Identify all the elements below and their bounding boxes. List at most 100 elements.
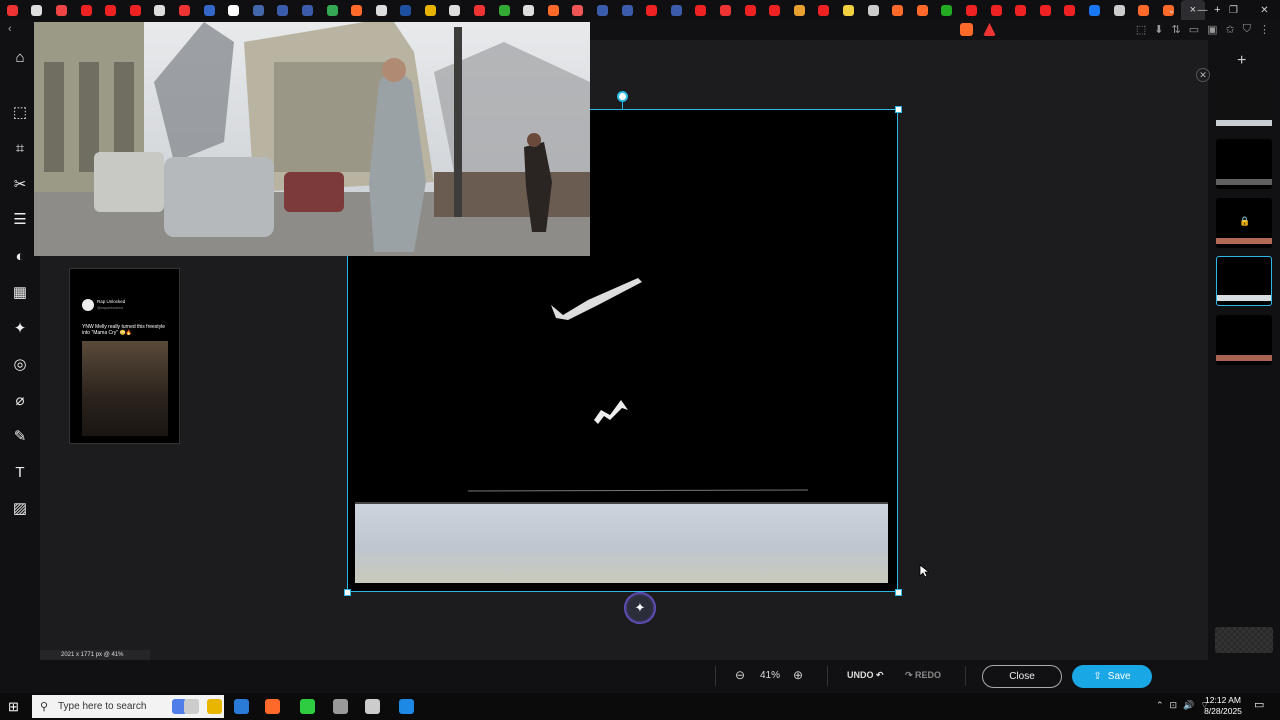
crop-tool-icon[interactable]: ⌗ <box>9 137 31 159</box>
browser-tab[interactable] <box>1058 0 1083 20</box>
browser-tab[interactable] <box>812 0 837 20</box>
layer-thumb-2[interactable] <box>1216 139 1272 189</box>
browser-tab[interactable] <box>836 0 861 20</box>
background-layer-thumb[interactable] <box>1215 627 1273 653</box>
filter-tool-icon[interactable]: ◐ <box>9 245 31 267</box>
tab-search-icon[interactable]: ⌄ <box>1156 5 1187 16</box>
browser-tab[interactable] <box>74 0 99 20</box>
browser-tab[interactable] <box>1033 0 1058 20</box>
taskbar-app-icon[interactable] <box>234 699 249 714</box>
browser-tab[interactable] <box>787 0 812 20</box>
browser-tab[interactable] <box>394 0 419 20</box>
zoom-in-icon[interactable]: ⊕ <box>793 668 803 682</box>
toolbar-icon-1[interactable]: ⬇ <box>1154 23 1163 36</box>
windows-start-icon[interactable]: ⊞ <box>8 699 19 715</box>
browser-tab[interactable] <box>762 0 787 20</box>
restore-button[interactable]: ❐ <box>1218 5 1249 16</box>
browser-tab[interactable] <box>910 0 935 20</box>
browser-tab[interactable] <box>959 0 984 20</box>
browser-tab[interactable] <box>369 0 394 20</box>
volume-icon[interactable]: 🔊 <box>1183 700 1194 711</box>
browser-tab[interactable] <box>566 0 591 20</box>
add-layer-icon[interactable]: + <box>1237 52 1246 70</box>
browser-tab[interactable] <box>689 0 714 20</box>
browser-tab[interactable] <box>443 0 468 20</box>
toolbar-icon-7[interactable]: ⋮ <box>1259 23 1270 36</box>
minimize-button[interactable]: — <box>1187 5 1218 16</box>
effects-tool-icon[interactable]: ▦ <box>9 281 31 303</box>
adjust-tool-icon[interactable]: ☰ <box>9 208 31 230</box>
browser-tab[interactable] <box>246 0 271 20</box>
toolbar-icon-3[interactable]: ▭ <box>1189 23 1199 36</box>
bandage-tool-icon[interactable]: ⌀ <box>9 389 31 411</box>
browser-tab[interactable] <box>1082 0 1107 20</box>
pattern-tool-icon[interactable]: ▨ <box>9 497 31 519</box>
browser-tab[interactable] <box>148 0 173 20</box>
close-window-button[interactable]: ✕ <box>1249 5 1280 16</box>
browser-tab[interactable] <box>664 0 689 20</box>
brave-shield-icon[interactable] <box>960 23 973 36</box>
layer-thumb-4-selected[interactable] <box>1216 256 1272 306</box>
taskbar-clock[interactable]: 12:12 AM 8/28/2025 <box>1199 695 1247 717</box>
taskbar-app-icon[interactable] <box>265 699 280 714</box>
resize-handle-bottom-left[interactable] <box>344 589 351 596</box>
browser-tab[interactable] <box>320 0 345 20</box>
browser-tab[interactable] <box>98 0 123 20</box>
browser-tab[interactable] <box>49 0 74 20</box>
browser-tab[interactable] <box>615 0 640 20</box>
taskbar-app-icon[interactable] <box>333 699 348 714</box>
browser-tab[interactable] <box>492 0 517 20</box>
toolbar-icon-4[interactable]: ▣ <box>1207 23 1217 36</box>
text-tool-icon[interactable]: T <box>9 461 31 483</box>
toolbar-icon-0[interactable]: ⬚ <box>1136 23 1146 36</box>
browser-tab[interactable] <box>172 0 197 20</box>
toolbar-icon-5[interactable]: ✩ <box>1226 23 1235 36</box>
browser-tab[interactable] <box>25 0 50 20</box>
browser-tab[interactable] <box>344 0 369 20</box>
rotate-handle[interactable] <box>617 91 628 102</box>
taskbar-app-icon[interactable] <box>300 699 315 714</box>
browser-tab[interactable] <box>516 0 541 20</box>
browser-tab[interactable] <box>123 0 148 20</box>
browser-tab[interactable] <box>467 0 492 20</box>
save-button[interactable]: ⇪ Save <box>1072 665 1152 688</box>
browser-tab[interactable] <box>541 0 566 20</box>
taskbar-app-icon[interactable] <box>184 699 199 714</box>
taskbar-app-icon[interactable] <box>399 699 414 714</box>
browser-tab[interactable] <box>713 0 738 20</box>
browser-tab[interactable] <box>984 0 1009 20</box>
resize-handle-bottom-right[interactable] <box>895 589 902 596</box>
browser-tab[interactable] <box>271 0 296 20</box>
brush-tool-icon[interactable]: ✎ <box>9 425 31 447</box>
taskbar-app-icon[interactable] <box>365 699 380 714</box>
back-icon[interactable]: ‹ <box>8 23 12 35</box>
undo-button[interactable]: UNDO ↶ <box>847 670 884 681</box>
browser-tab[interactable] <box>1131 0 1156 20</box>
browser-tab[interactable] <box>295 0 320 20</box>
browser-tab[interactable] <box>197 0 222 20</box>
browser-tab[interactable] <box>738 0 763 20</box>
toolbar-icon-6[interactable]: ⛉ <box>1243 23 1251 36</box>
tray-expand-icon[interactable]: ⌃ <box>1156 700 1164 711</box>
notifications-icon[interactable]: ▭ <box>1254 698 1264 711</box>
browser-tab[interactable] <box>1008 0 1033 20</box>
taskbar-app-icon[interactable] <box>207 699 222 714</box>
magic-edit-button[interactable]: ✦ <box>624 592 656 624</box>
home-icon[interactable]: ⌂ <box>9 46 31 68</box>
zoom-out-icon[interactable]: ⊖ <box>735 668 745 682</box>
browser-tab[interactable] <box>1107 0 1132 20</box>
redo-button[interactable]: ↷ REDO <box>905 670 941 681</box>
brave-rewards-icon[interactable] <box>983 23 996 36</box>
browser-tab[interactable] <box>885 0 910 20</box>
layer-thumb-5[interactable] <box>1216 315 1272 365</box>
browser-tab[interactable] <box>0 0 25 20</box>
street-photo-layer[interactable] <box>34 22 590 256</box>
cut-tool-icon[interactable]: ✂ <box>9 173 31 195</box>
magic-tool-icon[interactable]: ✦ <box>9 317 31 339</box>
browser-tab[interactable] <box>221 0 246 20</box>
close-panel-icon[interactable]: ✕ <box>1196 68 1210 82</box>
browser-tab[interactable] <box>935 0 960 20</box>
browser-tab[interactable] <box>590 0 615 20</box>
spiral-tool-icon[interactable]: ◎ <box>9 353 31 375</box>
browser-tab[interactable] <box>418 0 443 20</box>
